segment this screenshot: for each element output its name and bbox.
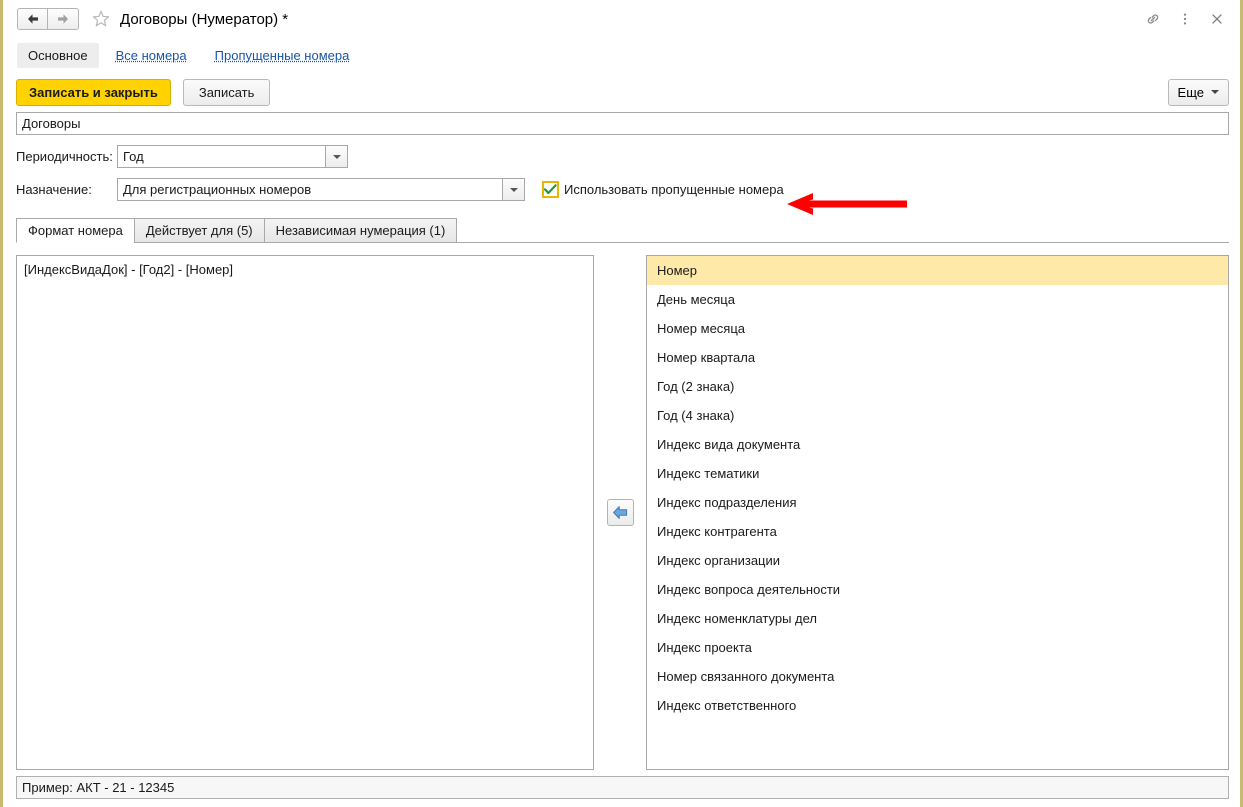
purpose-dropdown-button[interactable] [502, 178, 525, 201]
numerator-name-input[interactable] [16, 112, 1229, 135]
nav-forward-button[interactable] [48, 8, 79, 30]
list-item[interactable]: Индекс проекта [647, 633, 1228, 662]
list-item[interactable]: Индекс вопроса деятельности [647, 575, 1228, 604]
periodicity-dropdown-button[interactable] [325, 145, 348, 168]
list-item[interactable]: Номер квартала [647, 343, 1228, 372]
window-title: Договоры (Нумератор) * [120, 10, 289, 28]
periodicity-combobox[interactable] [117, 145, 348, 168]
navigation-button-group [17, 8, 79, 30]
more-menu-button[interactable]: Еще [1167, 78, 1229, 106]
list-item[interactable]: Год (2 знака) [647, 372, 1228, 401]
close-icon[interactable] [1208, 10, 1226, 28]
left-accent-stripe [0, 0, 3, 807]
form-area: Периодичность: Назначение: [3, 112, 1240, 201]
arrow-right-icon [58, 14, 68, 24]
purpose-combobox[interactable] [117, 178, 525, 201]
chevron-down-icon [509, 187, 518, 192]
list-item[interactable]: Индекс ответственного [647, 691, 1228, 720]
tab-content-number-format: [ИндексВидаДок] - [Год2] - [Номер] Номер… [16, 255, 1229, 770]
list-item[interactable]: Номер месяца [647, 314, 1228, 343]
use-skipped-numbers-checkbox-group[interactable]: Использовать пропущенные номера [542, 181, 784, 198]
nav-back-button[interactable] [17, 8, 48, 30]
section-navigation: Основное Все номера Пропущенные номера [3, 38, 1240, 72]
list-item[interactable]: Индекс подразделения [647, 488, 1228, 517]
purpose-label: Назначение: [16, 182, 92, 197]
check-icon [544, 184, 557, 195]
periodicity-input[interactable] [117, 145, 325, 168]
tab-applies-to[interactable]: Действует для (5) [133, 218, 265, 243]
list-item[interactable]: Номер [647, 256, 1228, 285]
list-item[interactable]: Индекс номенклатуры дел [647, 604, 1228, 633]
list-item[interactable]: Индекс тематики [647, 459, 1228, 488]
purpose-row: Назначение: Использовать пропущенные ном… [16, 178, 1229, 201]
more-menu-label: Еще [1177, 84, 1204, 100]
tab-independent-numbering[interactable]: Независимая нумерация (1) [263, 218, 458, 243]
available-fields-list[interactable]: Номер День месяца Номер месяца Номер ква… [646, 255, 1229, 770]
transfer-controls [594, 255, 646, 770]
link-icon[interactable] [1144, 10, 1162, 28]
save-and-close-button[interactable]: Записать и закрыть [16, 78, 171, 106]
tab-strip: Формат номера Действует для (5) Независи… [16, 218, 1229, 243]
status-bar: Пример: АКТ - 21 - 12345 [3, 770, 1240, 807]
window-controls [1144, 10, 1232, 28]
example-field: Пример: АКТ - 21 - 12345 [16, 776, 1229, 799]
number-format-editor[interactable]: [ИндексВидаДок] - [Год2] - [Номер] [16, 255, 594, 770]
use-skipped-numbers-checkbox[interactable] [542, 181, 559, 198]
arrow-left-icon [27, 14, 38, 24]
kebab-menu-icon[interactable] [1176, 10, 1194, 28]
periodicity-row: Периодичность: [16, 145, 1229, 168]
list-item[interactable]: Номер связанного документа [647, 662, 1228, 691]
chevron-down-icon [332, 154, 341, 159]
list-item[interactable]: Индекс организации [647, 546, 1228, 575]
nav-item-skipped-numbers[interactable]: Пропущенные номера [204, 43, 361, 68]
tab-number-format[interactable]: Формат номера [16, 218, 135, 243]
command-bar: Записать и закрыть Записать Еще [3, 72, 1240, 112]
list-item[interactable]: Индекс вида документа [647, 430, 1228, 459]
application-window: Договоры (Нумератор) * Основное Все номе… [3, 0, 1240, 807]
use-skipped-numbers-label: Использовать пропущенные номера [564, 182, 784, 197]
arrow-left-blue-icon [612, 506, 627, 519]
move-field-left-button[interactable] [606, 499, 634, 526]
list-item[interactable]: День месяца [647, 285, 1228, 314]
chevron-down-icon [1211, 90, 1219, 94]
nav-item-osnovnoe[interactable]: Основное [17, 42, 99, 68]
nav-item-all-numbers[interactable]: Все номера [105, 43, 198, 68]
list-item[interactable]: Индекс контрагента [647, 517, 1228, 546]
purpose-input[interactable] [117, 178, 502, 201]
periodicity-label: Периодичность: [16, 149, 113, 164]
title-bar: Договоры (Нумератор) * [3, 0, 1240, 38]
star-icon[interactable] [91, 9, 111, 29]
save-button[interactable]: Записать [182, 78, 271, 106]
list-item[interactable]: Год (4 знака) [647, 401, 1228, 430]
